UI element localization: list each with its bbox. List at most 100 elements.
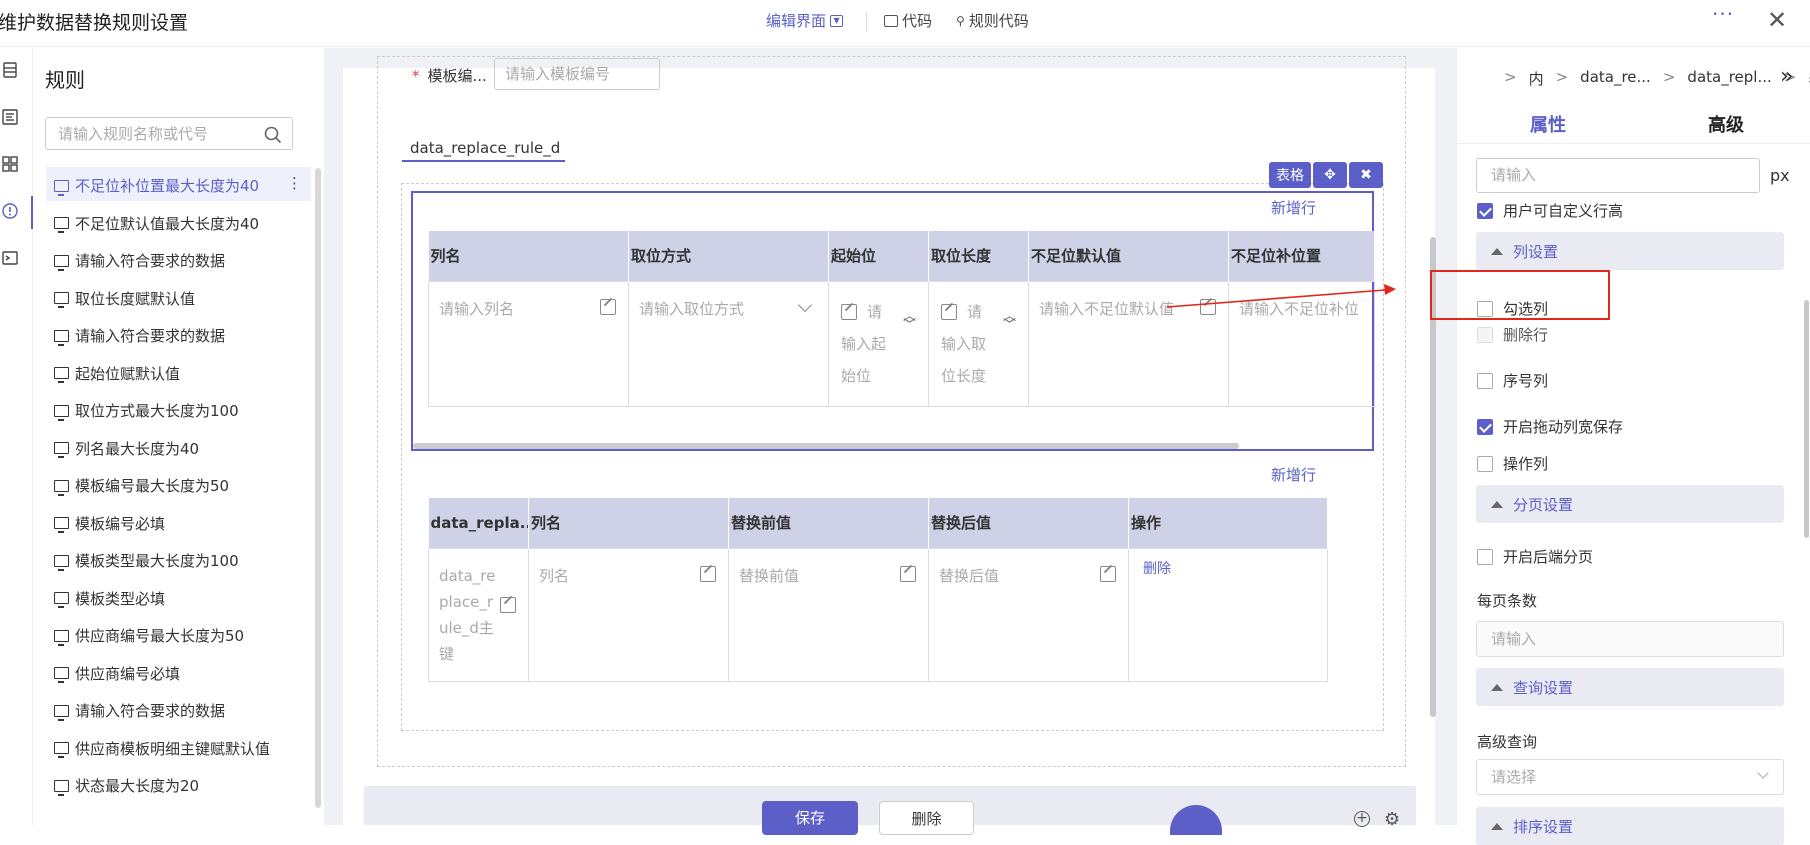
col-header: 不足位补位置 (1228, 231, 1375, 281)
stepper-icon[interactable]: ︿ ﹀ (903, 310, 916, 332)
pick-mode-select[interactable]: 请输入取位方式 (628, 280, 829, 407)
add-row-link[interactable]: 新增行 (1271, 197, 1316, 218)
rule-item[interactable]: 取位长度赋默认值 (54, 288, 195, 309)
replace-table: data_repla... 列名 替换前值 替换后值 操作 data_repla… (428, 498, 1328, 682)
action-column-checkbox[interactable]: 操作列 (1477, 453, 1548, 474)
edit-icon[interactable] (500, 596, 516, 613)
scrollbar[interactable] (315, 168, 321, 808)
checkbox-disabled[interactable] (1477, 326, 1493, 343)
settings-icon[interactable]: ⚙ (1384, 809, 1400, 830)
checkbox-unchecked[interactable] (1477, 455, 1493, 472)
backend-paging-checkbox[interactable]: 开启后端分页 (1477, 546, 1593, 567)
horizontal-scrollbar[interactable] (413, 443, 1239, 449)
rule-item[interactable]: 供应商模板明细主键赋默认值 (54, 738, 270, 759)
rule-item[interactable]: 请输入符合要求的数据 (54, 700, 225, 721)
rule-item[interactable]: 请输入符合要求的数据 (54, 325, 225, 346)
custom-row-height-checkbox[interactable]: 用户可自定义行高 (1477, 200, 1623, 221)
page-size-input[interactable]: 请输入 (1476, 621, 1784, 657)
edit-icon[interactable] (900, 565, 916, 582)
row-height-input[interactable]: 请输入 (1476, 158, 1760, 193)
stepper-icon[interactable]: ︿ ﹀ (1003, 310, 1016, 332)
checkbox-checked[interactable] (1477, 418, 1493, 435)
edit-icon[interactable] (600, 298, 616, 315)
rule-item[interactable]: 请输入符合要求的数据 (54, 250, 225, 271)
column-name-input[interactable]: 请输入列名 (428, 280, 629, 407)
advanced-query-select[interactable]: 请选择 (1476, 759, 1784, 795)
index-column-checkbox[interactable]: 序号列 (1477, 370, 1548, 391)
rule-search-input[interactable]: 请输入规则名称或代号 (45, 117, 293, 150)
rule-item[interactable]: 状态最大长度为20 (54, 775, 199, 796)
col-name-input[interactable]: 列名 (528, 547, 729, 682)
add-row-link-2[interactable]: 新增行 (1271, 464, 1316, 485)
kebab-menu-icon[interactable]: ⋮ (287, 174, 302, 192)
edit-icon[interactable] (1100, 565, 1116, 582)
components-icon[interactable] (2, 156, 18, 172)
close-icon[interactable]: ✕ (1767, 6, 1787, 34)
rule-item[interactable]: 模板编号必填 (54, 513, 165, 534)
tab-data-replace-rule-d[interactable]: data_replace_rule_d (402, 132, 565, 162)
widget-toolbar: 表格 ✥ ✖ (1269, 162, 1383, 188)
pick-length-input[interactable]: 请输入取位长度 ︿ ﹀ (928, 280, 1029, 407)
panel-scrollbar[interactable] (1804, 300, 1809, 538)
terminal-icon[interactable] (2, 250, 18, 266)
delete-row-checkbox[interactable]: 删除行 (1477, 324, 1548, 345)
rule-item[interactable]: 列名最大长度为40 (54, 438, 199, 459)
properties-tabs (1457, 108, 1810, 144)
breadcrumb: > 内 > data_re... > data_repl... > 表 (1504, 68, 1810, 89)
checkbox-unchecked[interactable] (1477, 548, 1493, 565)
checkbox-checked[interactable] (1477, 202, 1493, 219)
save-button[interactable]: 保存 (762, 801, 858, 835)
after-value-input[interactable]: 替换后值 (928, 547, 1129, 682)
delete-button[interactable]: 删除 (879, 801, 974, 835)
drag-width-save-checkbox[interactable]: 开启拖动列宽保存 (1477, 416, 1623, 437)
tab-code[interactable]: 代码 (884, 10, 932, 31)
rule-item[interactable]: 模板类型最大长度为100 (54, 550, 239, 571)
rule-item[interactable]: 起始位赋默认值 (54, 363, 180, 384)
section-label: 分页设置 (1513, 495, 1574, 514)
rule-item-label: 取位方式最大长度为100 (75, 402, 239, 420)
tab-edit-ui[interactable]: 编辑界面 ▼ (766, 10, 844, 31)
rule-item[interactable]: 取位方式最大长度为100 (54, 400, 239, 421)
pad-position-input[interactable]: 请输入不足位补位 (1228, 280, 1375, 407)
chevron-down-icon: ▼ (830, 14, 844, 27)
pad-default-input[interactable]: 请输入不足位默认值 (1028, 280, 1229, 407)
search-icon[interactable] (264, 126, 282, 144)
more-icon[interactable]: ··· (1712, 2, 1734, 26)
tab-rule-code[interactable]: ⚲ 规则代码 (956, 10, 1029, 31)
rules-icon[interactable] (2, 203, 18, 219)
pk-input[interactable]: data_replace_rule_d主键 (428, 547, 529, 682)
edit-icon (841, 303, 857, 320)
breadcrumb-item[interactable]: data_repl... (1687, 68, 1771, 89)
template-no-input[interactable]: 请输入模板编号 (494, 58, 660, 90)
before-value-input[interactable]: 替换前值 (728, 547, 929, 682)
edit-icon[interactable] (1200, 298, 1216, 315)
edit-icon[interactable] (700, 565, 716, 582)
database-icon[interactable] (2, 62, 18, 78)
breadcrumb-item[interactable]: data_re... (1580, 68, 1651, 89)
chevron-down-icon[interactable] (797, 297, 813, 312)
section-label: 排序设置 (1513, 817, 1574, 836)
tab-attributes[interactable]: 属性 (1530, 111, 1566, 137)
column-settings-section[interactable]: 列设置 (1476, 232, 1784, 270)
rule-item[interactable]: 供应商编号最大长度为50 (54, 625, 244, 646)
query-settings-section[interactable]: 查询设置 (1476, 668, 1784, 706)
breadcrumb-item[interactable]: 内 (1529, 68, 1544, 89)
sort-settings-section[interactable]: 排序设置 (1476, 807, 1784, 845)
start-pos-input[interactable]: 请输入起始位 ︿ ﹀ (828, 280, 929, 407)
rule-item[interactable]: 供应商编号必填 (54, 663, 180, 684)
delete-widget-icon[interactable]: ✖ (1349, 162, 1383, 188)
pagination-settings-section[interactable]: 分页设置 (1476, 485, 1784, 523)
rule-item[interactable]: 模板类型必填 (54, 588, 165, 609)
move-icon[interactable]: ✥ (1313, 162, 1347, 188)
col-header: 取位长度 (928, 231, 1029, 281)
rule-item[interactable]: 不足位默认值最大长度为40 (54, 213, 259, 234)
monitor-icon (54, 667, 69, 683)
tab-advanced[interactable]: 高级 (1708, 111, 1744, 137)
double-chevron-right-icon[interactable]: » (1780, 64, 1793, 89)
checkbox-unchecked[interactable] (1477, 372, 1493, 389)
rule-item[interactable]: 模板编号最大长度为50 (54, 475, 229, 496)
delete-row-link[interactable]: 删除 (1143, 561, 1171, 577)
form-icon[interactable] (2, 109, 18, 125)
rule-item[interactable]: 不足位补位置最大长度为40 (54, 175, 259, 196)
monitor-icon (54, 217, 69, 233)
